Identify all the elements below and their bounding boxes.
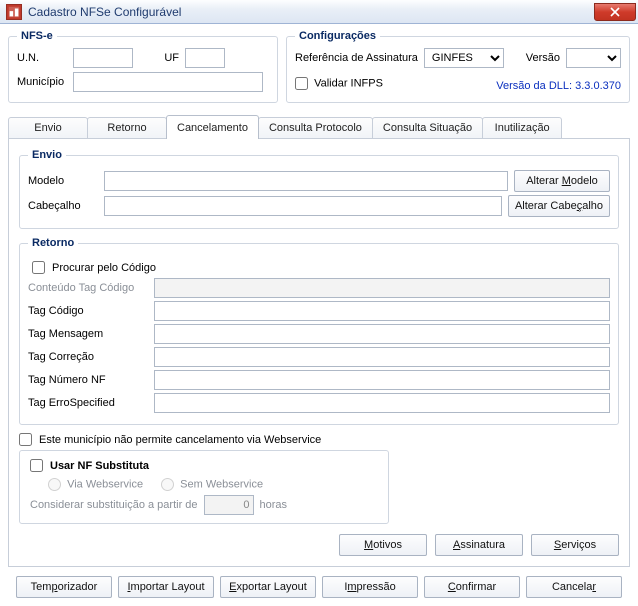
alterar-modelo-button[interactable]: Alterar Modelo (514, 170, 610, 192)
assinatura-button[interactable]: Assinatura (435, 534, 523, 556)
config-legend: Configurações (295, 30, 380, 42)
cabecalho-label: Cabeçalho (28, 200, 98, 212)
considerar-sub-input (204, 495, 254, 515)
via-webservice-radio (48, 478, 61, 491)
considerar-sub-label-pre: Considerar substituição a partir de (30, 499, 198, 511)
close-button[interactable] (594, 3, 636, 21)
tab-page-cancelamento: Envio Modelo Alterar Modelo Cabeçalho Al… (8, 138, 630, 567)
municipio-label: Município (17, 76, 67, 88)
tag-codigo-label: Tag Código (28, 305, 148, 317)
usar-nf-substituta-checkbox[interactable] (30, 459, 43, 472)
modelo-input[interactable] (104, 171, 508, 191)
uf-label: UF (151, 52, 179, 64)
ref-assinatura-label: Referência de Assinatura (295, 52, 418, 64)
envio-fieldset: Envio Modelo Alterar Modelo Cabeçalho Al… (19, 149, 619, 229)
sem-webservice-label: Sem Webservice (161, 478, 263, 491)
municipio-input[interactable] (73, 72, 263, 92)
tag-numero-nf-input[interactable] (154, 370, 610, 390)
tab-consulta-protocolo[interactable]: Consulta Protocolo (258, 117, 373, 139)
window-title: Cadastro NFSe Configurável (28, 5, 594, 19)
tag-correcao-label: Tag Correção (28, 351, 148, 363)
envio-legend: Envio (28, 149, 66, 161)
versao-select[interactable] (566, 48, 621, 68)
config-fieldset: Configurações Referência de Assinatura G… (286, 30, 630, 103)
validar-infps-checkbox-label[interactable]: Validar INFPS (295, 77, 383, 90)
tag-numero-nf-label: Tag Número NF (28, 374, 148, 386)
cabecalho-input[interactable] (104, 196, 502, 216)
mun-nao-permite-label[interactable]: Este município não permite cancelamento … (19, 433, 619, 446)
confirmar-button[interactable]: Confirmar (424, 576, 520, 598)
tab-cancelamento[interactable]: Cancelamento (166, 115, 259, 139)
considerar-sub-label-post: horas (260, 499, 288, 511)
app-icon (6, 4, 22, 20)
modelo-label: Modelo (28, 175, 98, 187)
un-input[interactable] (73, 48, 133, 68)
uf-input[interactable] (185, 48, 225, 68)
servicos-button[interactable]: Serviços (531, 534, 619, 556)
conteudo-tag-codigo-input (154, 278, 610, 298)
procurar-codigo-checkbox[interactable] (32, 261, 45, 274)
tag-mensagem-label: Tag Mensagem (28, 328, 148, 340)
procurar-codigo-label[interactable]: Procurar pelo Código (32, 261, 610, 274)
tab-inutilizacao[interactable]: Inutilização (482, 117, 562, 139)
retorno-legend: Retorno (28, 237, 78, 249)
conteudo-tag-codigo-label: Conteúdo Tag Código (28, 282, 148, 294)
cancelar-button[interactable]: Cancelar (526, 576, 622, 598)
usar-nf-substituta-label[interactable]: Usar NF Substituta (30, 459, 378, 472)
versao-dll-label: Versão da DLL: 3.3.0.370 (496, 80, 621, 92)
bottom-button-bar: Temporizador Importar Layout Exportar La… (8, 576, 630, 598)
exportar-layout-button[interactable]: Exportar Layout (220, 576, 316, 598)
validar-infps-checkbox[interactable] (295, 77, 308, 90)
nfse-legend: NFS-e (17, 30, 57, 42)
nfse-fieldset: NFS-e U.N. UF Município (8, 30, 278, 103)
mun-nao-permite-checkbox[interactable] (19, 433, 32, 446)
titlebar: Cadastro NFSe Configurável (0, 0, 638, 24)
tab-retorno[interactable]: Retorno (87, 117, 167, 139)
tab-envio[interactable]: Envio (8, 117, 88, 139)
tag-codigo-input[interactable] (154, 301, 610, 321)
impressao-button[interactable]: Impressão (322, 576, 418, 598)
motivos-button[interactable]: Motivos (339, 534, 427, 556)
tab-control: Envio Retorno Cancelamento Consulta Prot… (8, 115, 630, 568)
via-webservice-label: Via Webservice (48, 478, 143, 491)
ref-assinatura-select[interactable]: GINFES (424, 48, 504, 68)
alterar-cabecalho-button[interactable]: Alterar Cabeçalho (508, 195, 610, 217)
retorno-fieldset: Retorno Procurar pelo Código Conteúdo Ta… (19, 237, 619, 425)
importar-layout-button[interactable]: Importar Layout (118, 576, 214, 598)
tag-errospecified-input[interactable] (154, 393, 610, 413)
tag-mensagem-input[interactable] (154, 324, 610, 344)
tag-errospecified-label: Tag ErroSpecified (28, 397, 148, 409)
usar-nf-substituta-box: Usar NF Substituta Via Webservice Sem We… (19, 450, 389, 524)
un-label: U.N. (17, 52, 67, 64)
tab-consulta-situacao[interactable]: Consulta Situação (372, 117, 483, 139)
sem-webservice-radio (161, 478, 174, 491)
tag-correcao-input[interactable] (154, 347, 610, 367)
versao-label: Versão (526, 52, 560, 64)
temporizador-button[interactable]: Temporizador (16, 576, 112, 598)
